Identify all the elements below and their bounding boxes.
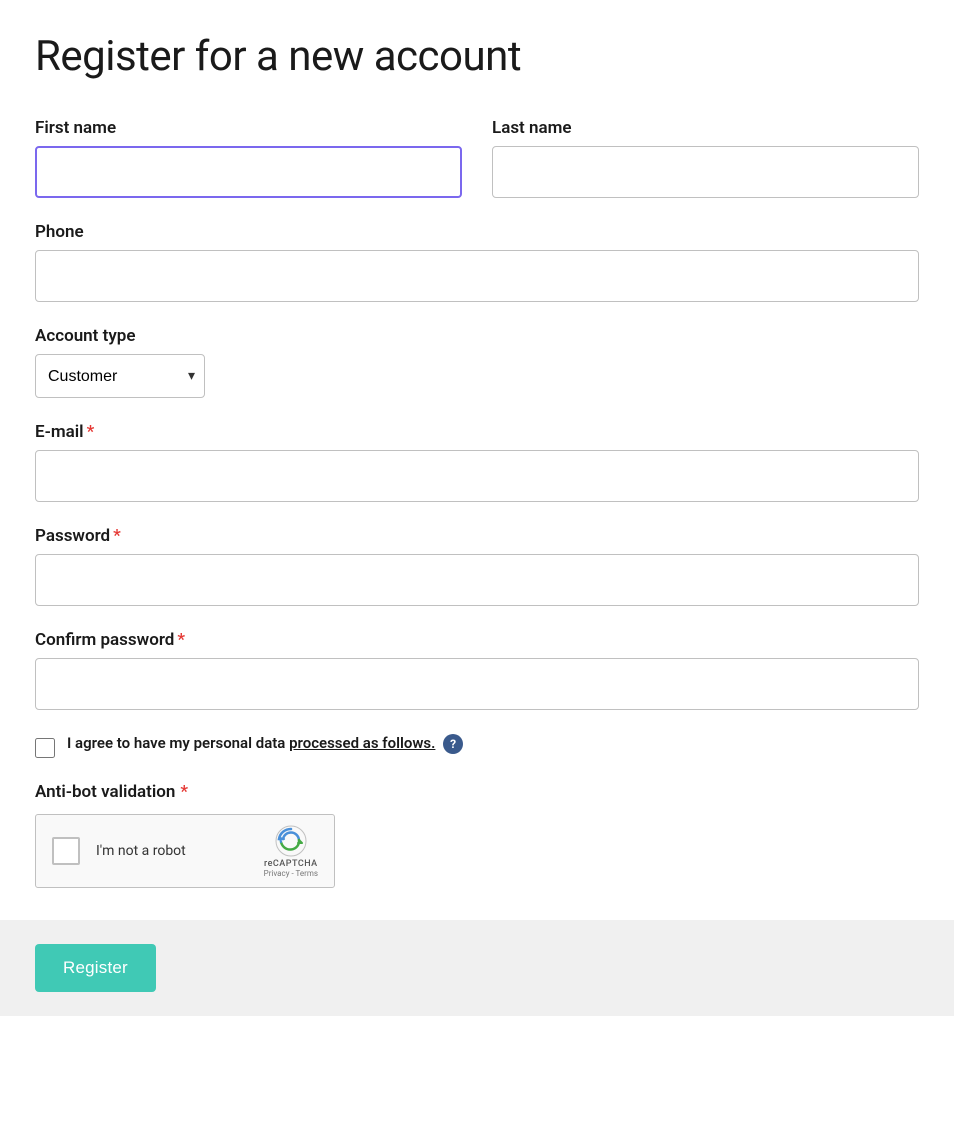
first-name-label: First name <box>35 118 462 138</box>
first-name-group: First name <box>35 118 462 198</box>
email-group: E-mail* <box>35 422 919 502</box>
recaptcha-links: Privacy - Terms <box>264 869 318 878</box>
phone-group: Phone <box>35 222 919 302</box>
password-input[interactable] <box>35 554 919 606</box>
help-icon[interactable]: ? <box>443 734 463 754</box>
page-container: Register for a new account First name La… <box>0 0 954 888</box>
confirm-password-group: Confirm password* <box>35 630 919 710</box>
password-group: Password* <box>35 526 919 606</box>
recaptcha-widget[interactable]: I'm not a robot reCAPTCHA Privacy - Term… <box>35 814 335 888</box>
name-row: First name Last name <box>35 118 919 198</box>
password-label: Password* <box>35 526 919 546</box>
footer-bar: Register <box>0 920 954 1016</box>
consent-label: I agree to have my personal data process… <box>67 734 463 754</box>
confirm-password-label: Confirm password* <box>35 630 919 650</box>
register-button[interactable]: Register <box>35 944 156 992</box>
recaptcha-logo-area: reCAPTCHA Privacy - Terms <box>264 825 318 878</box>
last-name-label: Last name <box>492 118 919 138</box>
page-title: Register for a new account <box>35 32 919 82</box>
processed-link[interactable]: processed as follows. <box>289 734 435 752</box>
confirm-password-input[interactable] <box>35 658 919 710</box>
antibot-label: Anti-bot validation* <box>35 782 919 802</box>
phone-label: Phone <box>35 222 919 242</box>
email-label: E-mail* <box>35 422 919 442</box>
antibot-required-star: * <box>180 782 188 802</box>
account-type-select-wrapper: Customer Business Partner ▾ <box>35 354 205 398</box>
email-required-star: * <box>87 422 95 442</box>
consent-checkbox[interactable] <box>35 738 55 758</box>
account-type-label: Account type <box>35 326 919 346</box>
last-name-group: Last name <box>492 118 919 198</box>
email-input[interactable] <box>35 450 919 502</box>
account-type-group: Account type Customer Business Partner ▾ <box>35 326 919 398</box>
consent-row: I agree to have my personal data process… <box>35 734 919 762</box>
recaptcha-logo-icon <box>275 825 307 857</box>
password-required-star: * <box>113 526 121 546</box>
account-type-select[interactable]: Customer Business Partner <box>35 354 205 398</box>
recaptcha-checkbox[interactable] <box>52 837 80 865</box>
first-name-input[interactable] <box>35 146 462 198</box>
phone-input[interactable] <box>35 250 919 302</box>
recaptcha-brand: reCAPTCHA <box>264 859 318 869</box>
last-name-input[interactable] <box>492 146 919 198</box>
recaptcha-text: I'm not a robot <box>96 843 256 859</box>
confirm-password-required-star: * <box>177 630 185 650</box>
